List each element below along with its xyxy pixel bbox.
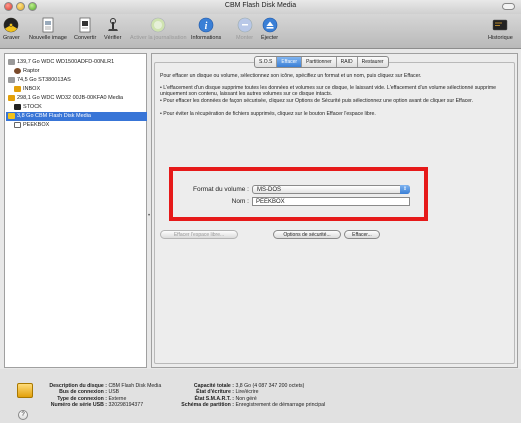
volume-format-select[interactable]: MS-DOS ⇕ [252,185,410,194]
volume-name-label: Nom : [231,198,249,205]
format-highlight-box: Format du volume : MS-DOS ⇕ Nom : PEEKBO… [169,167,428,221]
sidebar-item-label: 139,7 Go WDC WD1500ADFD-00NLR1 [17,59,115,65]
info-button[interactable]: i Informations [191,17,221,41]
erase-bullet-2: • Pour effacer les données de façon sécu… [160,98,474,104]
convert-icon [79,17,91,33]
external-disk-icon [8,94,15,101]
sidebar-item-wdc-1500[interactable]: 139,7 Go WDC WD1500ADFD-00NLR1 [8,58,146,67]
window-title: CBM Flash Disk Media [224,2,297,9]
info-key: Schéma de partition : [181,402,234,409]
new-image-label: Nouvelle image [29,35,67,41]
tab-first-aid[interactable]: S.O.S [255,57,278,67]
mount-button[interactable]: Monter [236,17,253,41]
burn-icon [4,17,19,33]
info-label: Informations [191,35,222,41]
enable-journaling-button[interactable]: Activer la journalisation [130,17,187,41]
volume-name-field[interactable]: PEEKBOX [252,197,410,206]
help-button[interactable]: ? [18,410,28,420]
sidebar-item-label: INBOX [23,86,41,92]
eject-button[interactable]: Éjecter [261,17,278,41]
erase-intro-text: Pour effacer un disque ou volume, sélect… [160,73,422,79]
splitter-handle[interactable]: • [148,213,150,219]
volume-icon [14,121,21,128]
select-arrows-icon: ⇕ [400,185,410,194]
svg-text:i: i [205,21,208,32]
verify-label: Vérifier [104,35,122,41]
sidebar-item-peekbox[interactable]: PEEKBOX [14,121,146,130]
info-value: 320298194377 [108,402,144,409]
volume-icon [14,85,21,92]
info-icon: i [198,17,214,33]
hard-disk-icon [8,58,15,65]
volume-format-value: MS-DOS [257,187,281,193]
mount-label: Monter [236,35,254,41]
info-row: Numéro de série USB : 320298194377 [39,402,161,408]
flash-disk-icon [17,383,33,398]
volume-icon [14,67,21,74]
eject-label: Éjecter [261,35,279,41]
log-label: Historique [488,35,513,41]
volume-format-label: Format du volume : [193,186,249,193]
sidebar-item-label: 74,5 Go ST380013AS [17,77,71,83]
erase-bullet-3: • Pour éviter la récupération de fichier… [160,111,376,117]
sidebar-item-st380013as[interactable]: 74,5 Go ST380013AS [8,76,146,85]
disk-utility-window: CBM Flash Disk Media Graver Nouvelle ima… [0,0,521,423]
tab-restore[interactable]: Restaurer [358,57,388,67]
toolbar: Graver Nouvelle image Convertir Vérifier… [0,14,521,49]
burn-button[interactable]: Graver [3,17,20,41]
verify-button[interactable]: Vérifier [104,17,121,41]
disk-info-bar: ? Description du disque : CBM Flash Disk… [0,369,521,423]
info-row: Schéma de partition : Enregistrement de … [172,402,325,408]
sidebar-item-raptor[interactable]: Raptor [14,67,146,76]
tab-erase[interactable]: Effacer [277,57,303,67]
sidebar-item-stock[interactable]: STOCK [14,103,146,112]
sidebar-item-label: Raptor [23,68,40,74]
toolbar-toggle-button[interactable] [502,3,515,10]
hard-disk-icon [8,76,15,83]
sidebar-item-label: 3,8 Go CBM Flash Disk Media [17,113,91,119]
journaling-icon [150,17,166,33]
sidebar-item-label: STOCK [23,104,42,110]
title-bar: CBM Flash Disk Media [0,0,521,15]
sidebar-item-cbm-flash[interactable]: 3,8 Go CBM Flash Disk Media [6,112,147,121]
erase-bullet-1: • L'effacement d'un disque supprime tout… [160,85,497,98]
enable-journaling-label: Activer la journalisation [130,35,187,41]
log-icon [493,19,508,31]
disk-list-sidebar[interactable]: 139,7 Go WDC WD1500ADFD-00NLR1 Raptor 74… [4,53,147,368]
convert-label: Convertir [74,35,97,41]
tab-raid[interactable]: RAID [337,57,358,67]
info-left-column: Description du disque : CBM Flash Disk M… [39,383,161,409]
security-options-button[interactable]: Options de sécurité... [273,230,341,239]
sidebar-item-wdc-3200[interactable]: 298,1 Go WDC WD32 00JB-00KFA0 Media [8,94,146,103]
verify-icon [107,18,118,31]
new-image-icon [42,17,54,33]
sidebar-item-label: PEEKBOX [23,122,50,128]
erase-button[interactable]: Effacer... [344,230,380,239]
flash-disk-icon [8,112,15,119]
burn-label: Graver [3,35,20,41]
convert-button[interactable]: Convertir [74,17,96,41]
main-panel: Pour effacer un disque ou volume, sélect… [151,53,518,368]
sidebar-item-label: 298,1 Go WDC WD32 00JB-00KFA0 Media [17,95,124,101]
erase-free-space-button[interactable]: Effacer l'espace libre... [160,230,238,239]
tab-partition[interactable]: Partitionner [302,57,337,67]
sidebar-item-inbox[interactable]: INBOX [14,85,146,94]
info-right-column: Capacité totale : 3,8 Go (4 087 347 200 … [172,383,325,409]
info-value: Enregistrement de démarrage principal [235,402,326,409]
eject-icon [262,17,277,33]
log-button[interactable]: Historique [488,17,513,41]
erase-tab-panel: Pour effacer un disque ou volume, sélect… [154,62,515,364]
mount-icon [237,17,252,33]
new-image-button[interactable]: Nouvelle image [29,17,67,41]
disk-tabs: S.O.S Effacer Partitionner RAID Restaure… [254,56,389,68]
volume-icon [14,103,21,110]
info-key: Numéro de série USB : [50,402,107,409]
